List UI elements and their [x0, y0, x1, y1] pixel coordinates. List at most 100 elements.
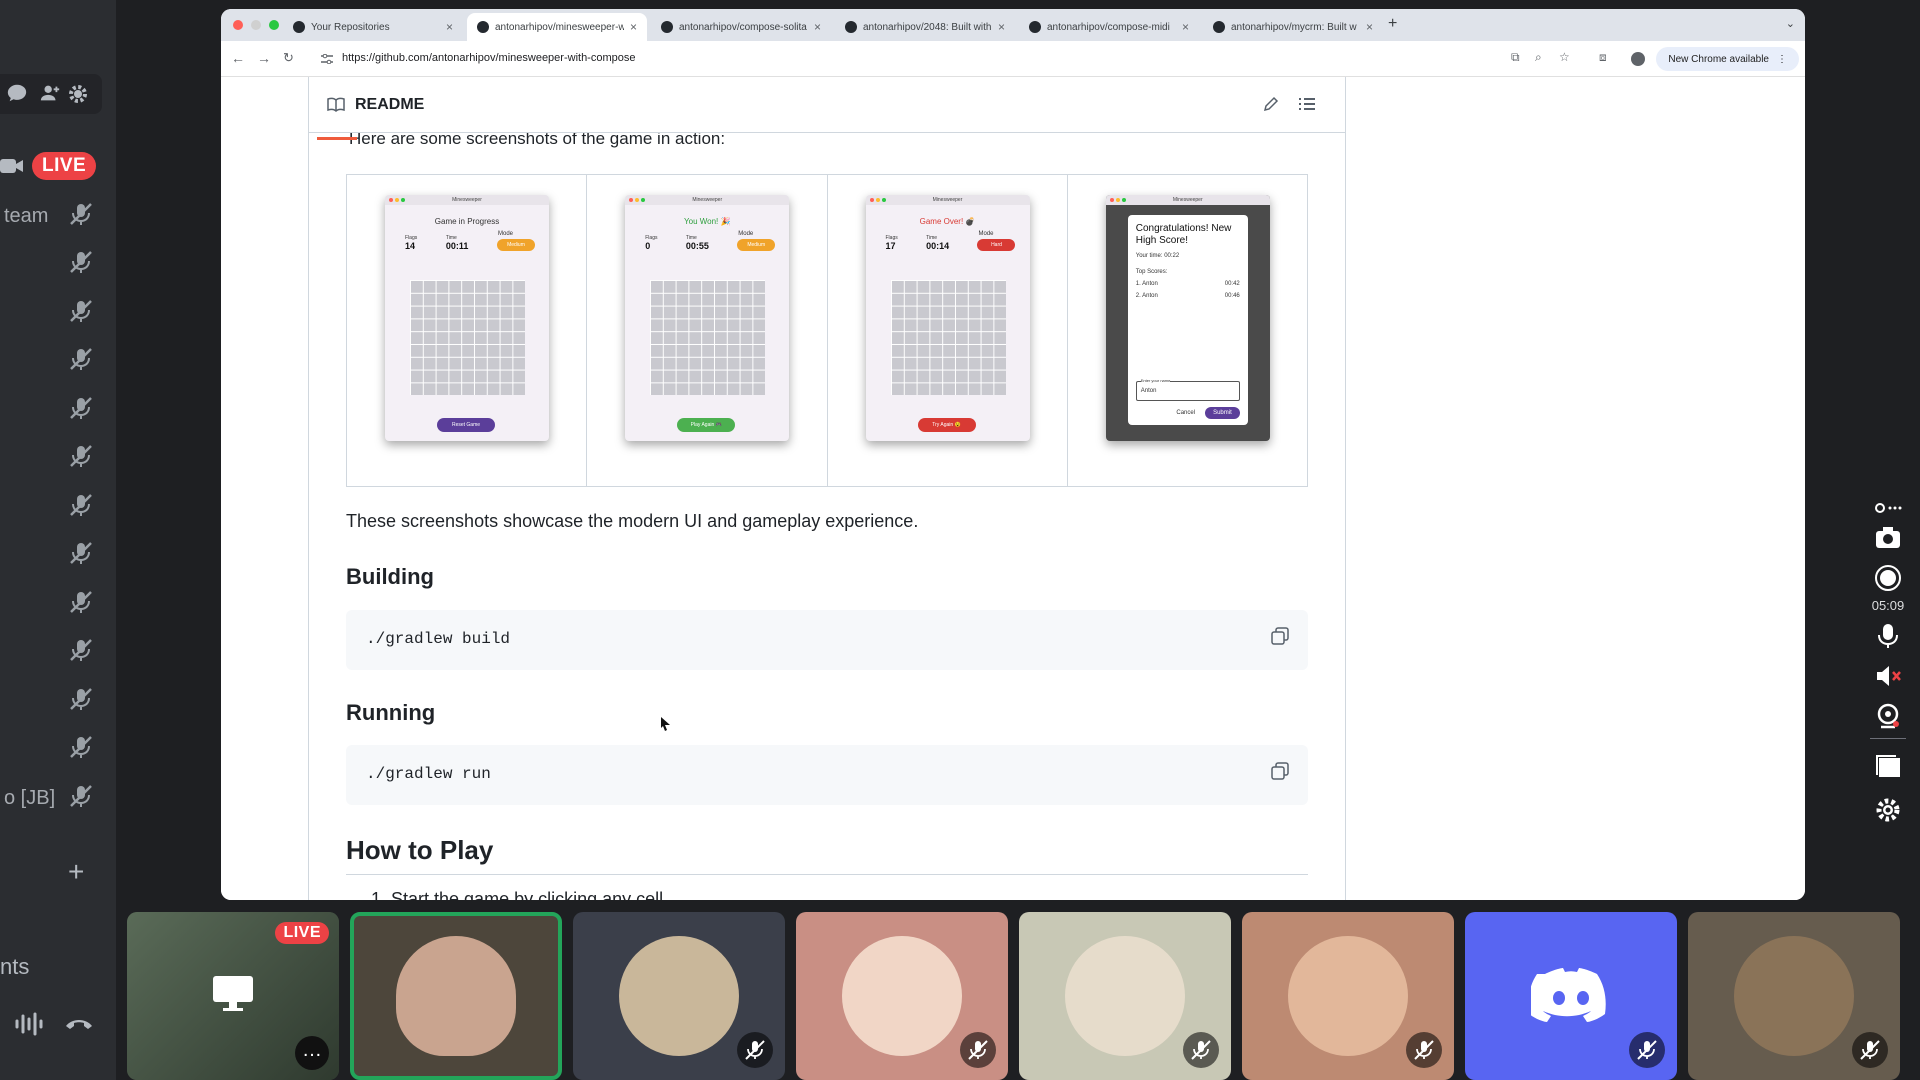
- voice-participant-row[interactable]: team: [0, 196, 116, 236]
- url-input[interactable]: https://github.com/antonarhipov/mineswee…: [342, 52, 635, 64]
- record-icon[interactable]: [1874, 564, 1902, 592]
- github-favicon-icon: [1029, 21, 1041, 33]
- mic-muted-icon: [68, 492, 94, 523]
- github-favicon-icon: [1213, 21, 1225, 33]
- mic-muted-icon: [68, 637, 94, 668]
- mic-muted-badge: [1629, 1032, 1665, 1068]
- browser-tab[interactable]: antonarhipov/minesweeper-w ×: [467, 13, 647, 41]
- live-badge: LIVE: [275, 922, 329, 944]
- copy-icon[interactable]: [1270, 626, 1290, 646]
- readme-title: README: [355, 96, 425, 113]
- voice-participant-row[interactable]: [0, 487, 116, 527]
- voice-participant-row[interactable]: [0, 681, 116, 721]
- rail-settings-gear-icon[interactable]: [1874, 796, 1902, 824]
- close-tab-icon[interactable]: ×: [998, 20, 1005, 34]
- mic-muted-badge: [1183, 1032, 1219, 1068]
- participant-tile[interactable]: [573, 912, 785, 1080]
- voice-participant-row[interactable]: [0, 342, 116, 382]
- close-tab-icon[interactable]: ×: [1366, 20, 1373, 34]
- voice-participant-row[interactable]: [0, 633, 116, 673]
- open-in-app-icon[interactable]: ⧉: [1511, 50, 1520, 65]
- record-timer: 05:09: [1871, 598, 1905, 613]
- voice-participant-row[interactable]: [0, 536, 116, 576]
- participant-tile[interactable]: [1019, 912, 1231, 1080]
- webcam-icon[interactable]: [1874, 702, 1902, 730]
- browser-tab[interactable]: antonarhipov/mycrm: Built w ×: [1203, 13, 1383, 41]
- zoom-icon[interactable]: ⌕: [1535, 50, 1542, 65]
- readme-header: README: [309, 77, 1345, 133]
- game-screenshot: Minesweeper You Won! 🎉 Mode Flags 0 Time 00:55…: [625, 195, 790, 441]
- github-favicon-icon: [661, 21, 673, 33]
- profile-avatar[interactable]: [1631, 52, 1645, 66]
- time-stat: Time 00:55: [685, 235, 709, 251]
- settings-gear-icon[interactable]: [66, 82, 90, 106]
- close-tab-icon[interactable]: ×: [630, 20, 637, 34]
- score-row: 2. Anton 00:46: [1135, 293, 1240, 299]
- voice-participant-row[interactable]: [0, 439, 116, 479]
- participant-tile[interactable]: [1242, 912, 1454, 1080]
- mic-muted-badge: [737, 1032, 773, 1068]
- participant-name: o [JB]: [4, 786, 56, 809]
- close-tab-icon[interactable]: ×: [446, 20, 453, 34]
- tab-title: antonarhipov/minesweeper-w: [495, 21, 624, 33]
- tab-title: Your Repositories: [311, 21, 390, 33]
- menu-dots-icon: ⋮: [1777, 53, 1787, 65]
- screenshot-cell: Minesweeper You Won! 🎉 Mode Flags 0 Time 00:55…: [587, 175, 828, 486]
- close-tab-icon[interactable]: ×: [814, 20, 821, 34]
- screenshot-camera-icon[interactable]: [1874, 524, 1902, 552]
- build-code-block: ./gradlew build: [346, 610, 1308, 670]
- mic-muted-icon: [68, 540, 94, 571]
- flags-stat: Flags 14: [405, 235, 418, 251]
- voice-participant-row[interactable]: [0, 730, 116, 770]
- browser-tab[interactable]: antonarhipov/2048: Built with ×: [835, 13, 1015, 41]
- voice-participant-row[interactable]: [0, 293, 116, 333]
- add-member-icon[interactable]: [38, 82, 62, 104]
- zoom-window-button[interactable]: [269, 20, 279, 30]
- more-options-icon[interactable]: …: [295, 1036, 329, 1070]
- close-tab-icon[interactable]: ×: [1182, 20, 1189, 34]
- mic-muted-icon: [68, 395, 94, 426]
- window-overlay-icon[interactable]: [1874, 752, 1902, 780]
- heading-divider: [346, 874, 1308, 875]
- edit-pencil-icon[interactable]: [1263, 96, 1279, 112]
- copy-icon[interactable]: [1270, 761, 1290, 781]
- microphone-icon[interactable]: [1874, 622, 1902, 650]
- voice-participant-row[interactable]: o [JB]: [0, 778, 116, 818]
- new-chrome-available-button[interactable]: New Chrome available ⋮: [1656, 47, 1799, 71]
- browser-tab[interactable]: antonarhipov/compose-midi ×: [1019, 13, 1199, 41]
- discord-channel-sidebar: LIVE team o [JB] + nts: [0, 0, 116, 1080]
- minimize-window-button[interactable]: [251, 20, 261, 30]
- voice-participant-row[interactable]: [0, 584, 116, 624]
- extensions-icon[interactable]: ⧈: [1599, 50, 1607, 65]
- forward-arrow-icon[interactable]: →: [257, 50, 271, 66]
- build-command: ./gradlew build: [366, 630, 511, 648]
- browser-tab[interactable]: antonarhipov/compose-solita ×: [651, 13, 831, 41]
- disconnect-icon[interactable]: [64, 1014, 94, 1032]
- chat-icon[interactable]: [6, 82, 28, 104]
- back-arrow-icon[interactable]: ←: [231, 50, 245, 66]
- close-window-button[interactable]: [233, 20, 243, 30]
- reload-icon[interactable]: ↻: [283, 50, 294, 66]
- participant-avatar: [1288, 936, 1408, 1056]
- soundboard-icon[interactable]: [14, 1012, 46, 1036]
- voice-participant-row[interactable]: [0, 245, 116, 285]
- speaker-muted-icon[interactable]: [1874, 662, 1902, 690]
- browser-tab[interactable]: Your Repositories ×: [283, 13, 463, 41]
- participant-tile[interactable]: [1465, 912, 1677, 1080]
- bookmark-star-icon[interactable]: ☆: [1559, 50, 1570, 64]
- mic-muted-icon: [68, 686, 94, 717]
- voice-participant-row[interactable]: [0, 390, 116, 430]
- participant-tile[interactable]: [350, 912, 562, 1080]
- participant-tile[interactable]: LIVE …: [127, 912, 339, 1080]
- outline-list-icon[interactable]: [1299, 97, 1315, 111]
- minefield-grid: [890, 280, 1006, 395]
- pop-out-icon[interactable]: [1874, 500, 1902, 516]
- participant-tile[interactable]: [796, 912, 1008, 1080]
- participant-tile[interactable]: [1688, 912, 1900, 1080]
- site-info-icon[interactable]: [321, 54, 333, 64]
- screenshot-cell: Minesweeper Congratulations! New High Sc…: [1068, 175, 1307, 486]
- tab-search-chevron-icon[interactable]: ⌄: [1786, 17, 1795, 30]
- new-tab-button[interactable]: +: [1388, 15, 1397, 33]
- add-channel-button[interactable]: +: [68, 856, 84, 888]
- game-action-button: Play Again 🎮: [677, 418, 736, 432]
